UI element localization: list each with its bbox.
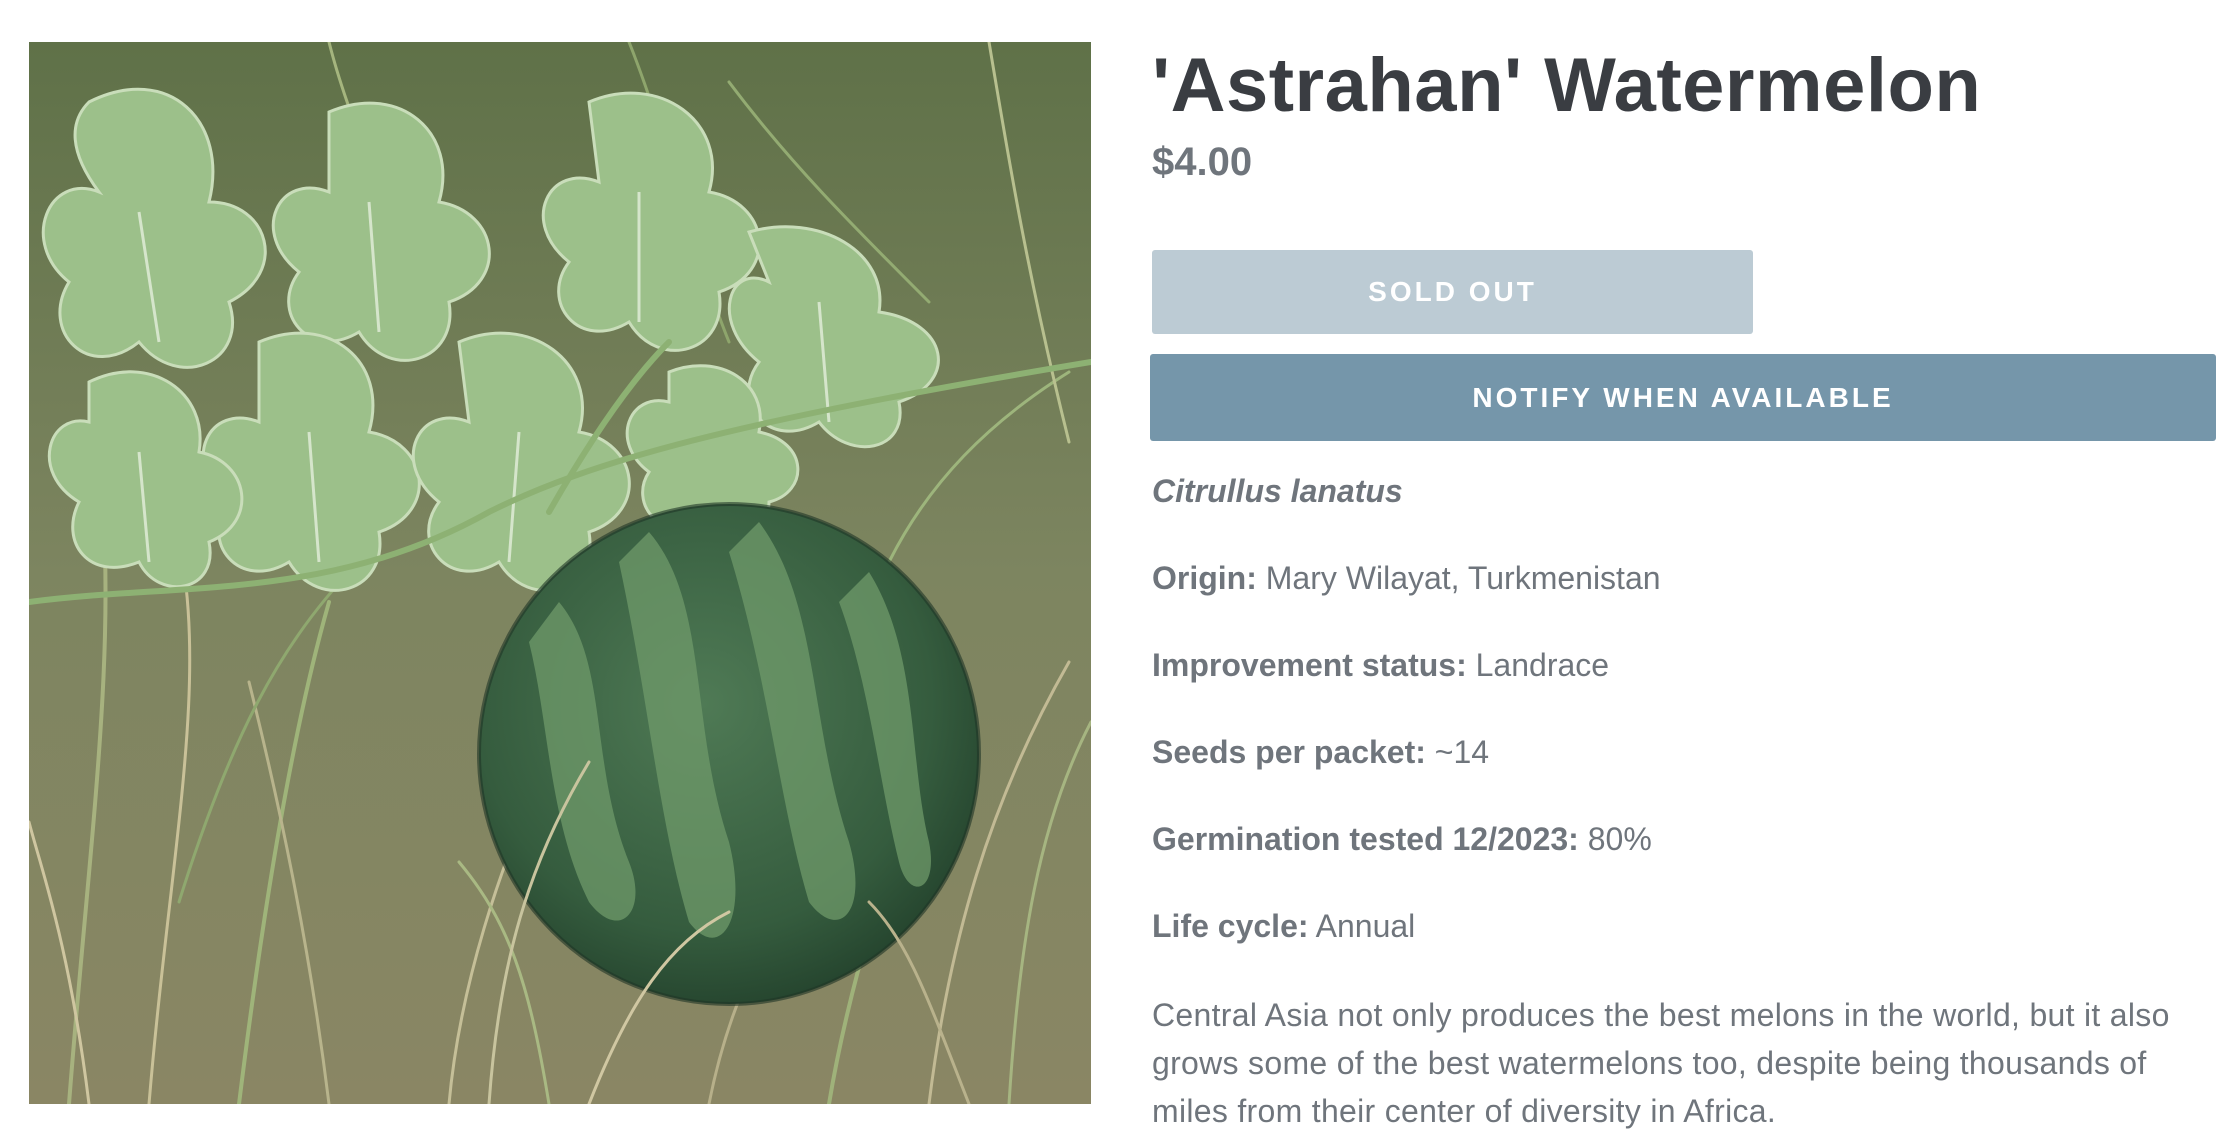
product-details: Citrullus lanatus Origin: Mary Wilayat, …	[1152, 469, 2216, 1135]
detail-label: Improvement status:	[1152, 647, 1467, 683]
detail-label: Seeds per packet:	[1152, 734, 1426, 770]
detail-germination: Germination tested 12/2023: 80%	[1152, 817, 2216, 861]
detail-seeds-per-packet: Seeds per packet: ~14	[1152, 730, 2216, 774]
detail-improvement-status: Improvement status: Landrace	[1152, 643, 2216, 687]
detail-value: 80%	[1587, 821, 1652, 857]
detail-label: Life cycle:	[1152, 908, 1309, 944]
product-image[interactable]	[29, 42, 1091, 1104]
product-info: 'Astrahan' Watermelon $4.00 Sold out Not…	[1150, 36, 2216, 1135]
detail-value: Mary Wilayat, Turkmenistan	[1265, 560, 1661, 596]
detail-life-cycle: Life cycle: Annual	[1152, 904, 2216, 948]
product-title: 'Astrahan' Watermelon	[1152, 43, 1982, 128]
product-price: $4.00	[1152, 140, 1253, 184]
detail-value: Annual	[1315, 908, 1416, 944]
detail-label: Origin:	[1152, 560, 1257, 596]
detail-label: Germination tested 12/2023:	[1152, 821, 1579, 857]
scientific-name: Citrullus lanatus	[1152, 473, 1403, 509]
sold-out-button[interactable]: Sold out	[1152, 250, 1753, 334]
watermelon-photo	[29, 42, 1091, 1104]
product-description: Central Asia not only produces the best …	[1152, 997, 2170, 1129]
detail-origin: Origin: Mary Wilayat, Turkmenistan	[1152, 556, 2216, 600]
detail-value: Landrace	[1475, 647, 1610, 683]
notify-when-available-button[interactable]: Notify when available	[1150, 354, 2216, 441]
detail-value: ~14	[1434, 734, 1490, 770]
